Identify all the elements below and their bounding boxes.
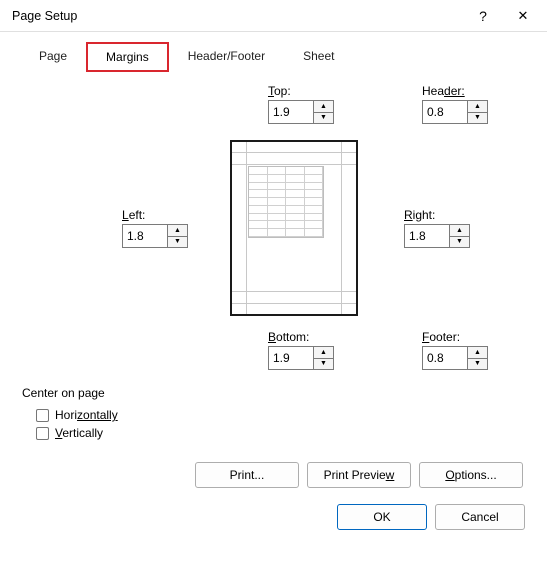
options-button[interactable]: Options...: [419, 462, 523, 488]
tab-sheet[interactable]: Sheet: [284, 42, 353, 72]
spin-left[interactable]: ▲ ▼: [122, 224, 188, 248]
spin-down-icon[interactable]: ▼: [468, 113, 487, 124]
spin-up-icon[interactable]: ▲: [450, 225, 469, 237]
input-top[interactable]: [269, 101, 313, 123]
tab-margins[interactable]: Margins: [86, 42, 169, 72]
close-button[interactable]: ✕: [503, 1, 543, 31]
tab-bar: Page Margins Header/Footer Sheet: [0, 32, 547, 72]
spin-down-icon[interactable]: ▼: [450, 237, 469, 248]
input-bottom[interactable]: [269, 347, 313, 369]
spin-up-icon[interactable]: ▲: [314, 101, 333, 113]
label-right: Right:: [404, 208, 435, 222]
input-header[interactable]: [423, 101, 467, 123]
label-footer: Footer:: [422, 330, 460, 344]
print-button[interactable]: Print...: [195, 462, 299, 488]
ok-button[interactable]: OK: [337, 504, 427, 530]
checkbox-vertically[interactable]: [36, 427, 49, 440]
input-right[interactable]: [405, 225, 449, 247]
spin-down-icon[interactable]: ▼: [314, 359, 333, 370]
dialog-title: Page Setup: [12, 9, 77, 23]
print-preview-button[interactable]: Print Preview: [307, 462, 411, 488]
label-top: Top:: [268, 84, 291, 98]
input-left[interactable]: [123, 225, 167, 247]
spin-down-icon[interactable]: ▼: [168, 237, 187, 248]
label-center-on-page: Center on page: [22, 386, 525, 400]
tab-header-footer[interactable]: Header/Footer: [169, 42, 284, 72]
spin-bottom[interactable]: ▲ ▼: [268, 346, 334, 370]
label-header: Header:: [422, 84, 465, 98]
cancel-button[interactable]: Cancel: [435, 504, 525, 530]
label-bottom: Bottom:: [268, 330, 309, 344]
spin-top[interactable]: ▲ ▼: [268, 100, 334, 124]
help-button[interactable]: ?: [463, 1, 503, 31]
tab-page[interactable]: Page: [20, 42, 86, 72]
label-left: Left:: [122, 208, 145, 222]
spin-footer[interactable]: ▲ ▼: [422, 346, 488, 370]
spin-up-icon[interactable]: ▲: [314, 347, 333, 359]
spin-right[interactable]: ▲ ▼: [404, 224, 470, 248]
spin-down-icon[interactable]: ▼: [314, 113, 333, 124]
spin-up-icon[interactable]: ▲: [468, 347, 487, 359]
input-footer[interactable]: [423, 347, 467, 369]
spin-up-icon[interactable]: ▲: [468, 101, 487, 113]
label-vertically: Vertically: [55, 426, 103, 440]
spin-down-icon[interactable]: ▼: [468, 359, 487, 370]
label-horizontally: Horizontally: [55, 408, 118, 422]
page-preview: [230, 140, 358, 316]
spin-header[interactable]: ▲ ▼: [422, 100, 488, 124]
spin-up-icon[interactable]: ▲: [168, 225, 187, 237]
checkbox-horizontally[interactable]: [36, 409, 49, 422]
